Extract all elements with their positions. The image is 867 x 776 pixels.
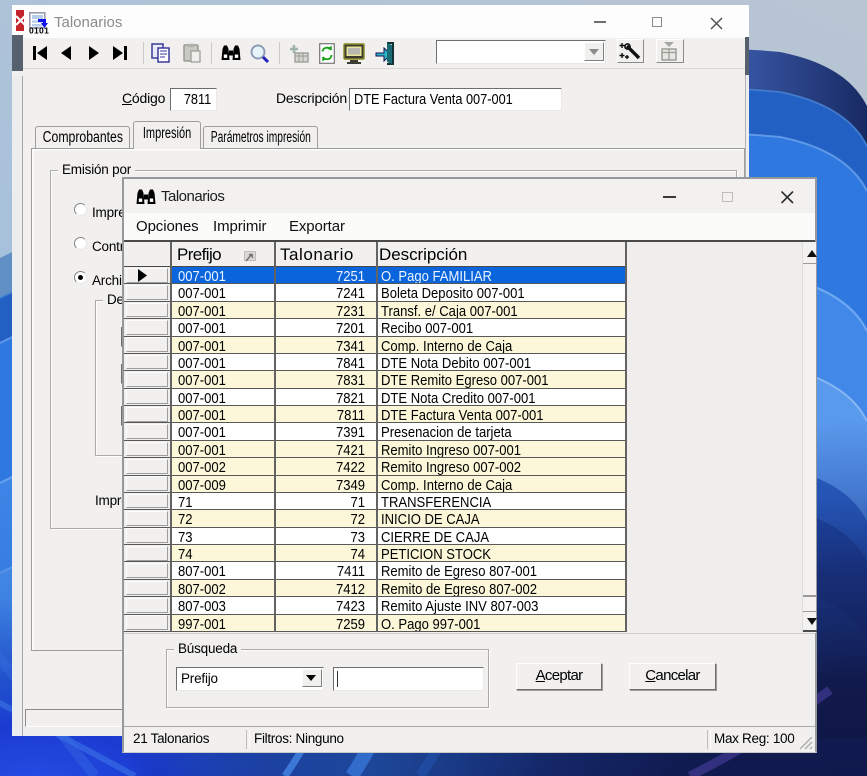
svg-text:0101: 0101 <box>29 26 49 36</box>
